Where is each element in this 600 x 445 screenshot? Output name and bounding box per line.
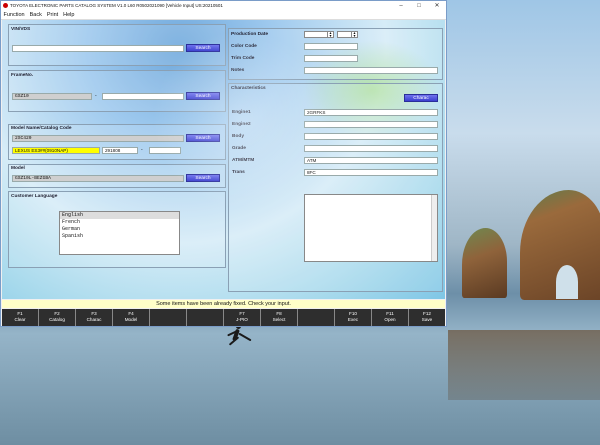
spinner-arrows-icon[interactable]: ▲ ▼: [351, 31, 357, 37]
toyota-logo-icon: [3, 3, 8, 8]
trim-code-label: Trim Code: [231, 56, 255, 61]
wallpaper-reflection: [448, 330, 600, 400]
language-listbox[interactable]: English French German Spanish: [59, 211, 180, 255]
wallpaper-rock-small: [462, 228, 507, 298]
fkey-f12[interactable]: F12 Save: [409, 309, 445, 326]
char-label: ATM/MTM: [232, 158, 255, 163]
frame-search-button[interactable]: Search: [186, 92, 220, 100]
fkey-f11[interactable]: F11 Open: [372, 309, 409, 326]
fkey-f3[interactable]: F3 Charac: [76, 309, 113, 326]
frame-panel: FrameNo. GSZ10 - Search: [8, 70, 226, 112]
frame-label: FrameNo.: [11, 73, 34, 78]
status-message: Some items have been already fixed. Chec…: [2, 300, 445, 308]
model-name-panel: Model Name/Catalog Code 2SC420 Search LE…: [8, 124, 226, 160]
vin-search-button[interactable]: Search: [186, 44, 220, 52]
catalog-dash: -: [141, 147, 143, 153]
model-search-button[interactable]: Search: [186, 174, 220, 182]
production-month-spinner[interactable]: ▲ ▼: [337, 31, 358, 38]
color-code-input[interactable]: [304, 43, 358, 50]
char-label: Body: [232, 134, 244, 139]
characteristics-textarea[interactable]: [304, 194, 438, 262]
language-option[interactable]: German: [60, 226, 179, 233]
char-label: Trans: [232, 170, 245, 175]
title-bar: TOYOTA ELECTRONIC PARTS CATALOG SYSTEM V…: [1, 1, 446, 10]
vin-panel: VIN/VDS Search: [8, 24, 226, 66]
fkey-f10[interactable]: F10 Exec: [335, 309, 372, 326]
fkey-f5[interactable]: [150, 309, 187, 326]
characteristics-label: Characteristics: [231, 86, 266, 91]
char-value-field[interactable]: 2GRFKS: [304, 109, 438, 116]
model-label: Model: [11, 166, 25, 171]
spinner-arrows-icon[interactable]: ▲ ▼: [327, 31, 333, 37]
frame-prefix-field: GSZ10: [12, 93, 92, 100]
fkey-f9[interactable]: [298, 309, 335, 326]
model-panel: Model GSZ10L-BEZGBA Search: [8, 164, 226, 188]
function-key-bar: F1 Clear F2 Catalog F3 Charac F4 Model F7 J-P…: [2, 309, 445, 326]
app-window: TOYOTA ELECTRONIC PARTS CATALOG SYSTEM V…: [0, 0, 447, 327]
model-name-field: 2SC420: [12, 135, 184, 142]
wallpaper-arch-opening: [556, 265, 578, 299]
char-value-field[interactable]: [304, 133, 438, 140]
catalog-extra-field[interactable]: [149, 147, 181, 154]
maximize-icon[interactable]: □: [410, 3, 428, 9]
fkey-f6[interactable]: [187, 309, 224, 326]
minimize-icon[interactable]: –: [392, 3, 410, 9]
fkey-f8[interactable]: F8 Select: [261, 309, 298, 326]
model-field: GSZ10L-BEZGBA: [12, 175, 184, 182]
frame-number-input[interactable]: [102, 93, 184, 100]
characteristics-panel: Characteristics Charac Engine1 2GRFKS En…: [228, 83, 443, 292]
production-year-spinner[interactable]: ▲ ▼: [304, 31, 334, 38]
vin-input[interactable]: [12, 45, 184, 52]
language-label: Customer Language: [11, 194, 58, 199]
language-option[interactable]: Spanish: [60, 233, 179, 240]
menu-help[interactable]: Help: [61, 12, 77, 18]
menu-function[interactable]: Function: [1, 12, 27, 18]
production-date-label: Production Date: [231, 32, 269, 37]
char-label: Grade: [232, 146, 246, 151]
main-area: VIN/VDS Search FrameNo. GSZ10 - Search M…: [2, 20, 445, 299]
menu-bar: Function Back Print Help: [1, 10, 446, 20]
vin-label: VIN/VDS: [11, 27, 31, 32]
close-icon[interactable]: ✕: [428, 2, 446, 9]
textarea-scrollbar[interactable]: [431, 195, 437, 261]
char-value-field[interactable]: 8FC: [304, 169, 438, 176]
fkey-f2[interactable]: F2 Catalog: [39, 309, 76, 326]
language-option[interactable]: English: [60, 212, 179, 219]
model-name-label: Model Name/Catalog Code: [11, 126, 72, 131]
char-value-field[interactable]: [304, 145, 438, 152]
catalog-name-field[interactable]: LEXUS ES3##(0910NAP): [12, 147, 100, 154]
char-label: Engine2: [232, 122, 251, 127]
production-panel: Production Date ▲ ▼ ▲ ▼ Color Code Trim Co…: [228, 28, 443, 80]
language-panel: Customer Language English French German …: [8, 191, 226, 268]
char-label: Engine1: [232, 110, 251, 115]
trim-code-input[interactable]: [304, 55, 358, 62]
char-value-field[interactable]: ATM: [304, 157, 438, 164]
menu-back[interactable]: Back: [27, 12, 44, 18]
window-title: TOYOTA ELECTRONIC PARTS CATALOG SYSTEM V…: [10, 3, 223, 8]
model-name-search-button[interactable]: Search: [186, 134, 220, 142]
language-option[interactable]: French: [60, 219, 179, 226]
fkey-f4[interactable]: F4 Model: [113, 309, 150, 326]
char-value-field[interactable]: [304, 121, 438, 128]
catalog-code-field[interactable]: 291808: [102, 147, 138, 154]
frame-dash: -: [95, 93, 97, 99]
menu-print[interactable]: Print: [44, 12, 60, 18]
notes-input[interactable]: [304, 67, 438, 74]
charac-button[interactable]: Charac: [404, 94, 438, 102]
fkey-f7[interactable]: F7 J-PIO: [224, 309, 261, 326]
fkey-f1[interactable]: F1 Clear: [2, 309, 39, 326]
notes-label: Notes: [231, 68, 245, 73]
color-code-label: Color Code: [231, 44, 257, 49]
